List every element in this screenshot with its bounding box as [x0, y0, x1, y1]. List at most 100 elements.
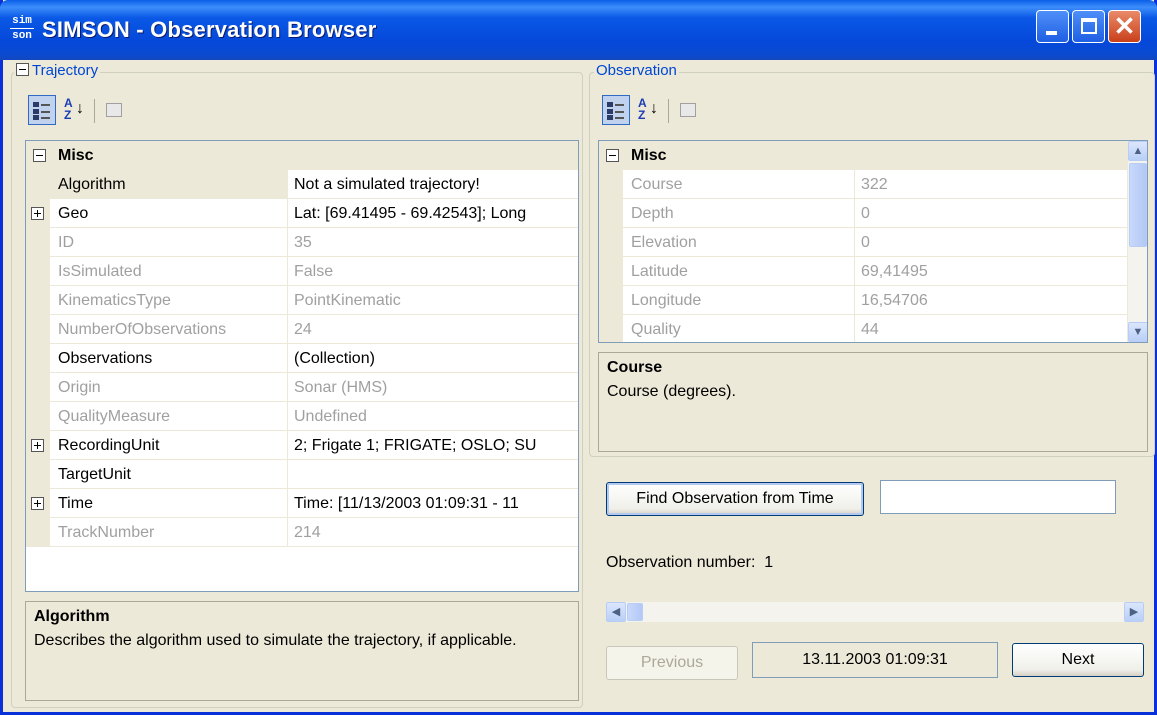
observation-grid-scrollbar[interactable]: ▲ ▼ [1127, 141, 1147, 342]
property-value: 214 [288, 518, 578, 547]
property-row-id[interactable]: ID 35 [26, 228, 578, 257]
property-value[interactable]: 2; Frigate 1; FRIGATE; OSLO; SU [288, 431, 578, 460]
maximize-button[interactable] [1072, 10, 1105, 43]
property-row-algorithm[interactable]: Algorithm Not a simulated trajectory! [26, 170, 578, 199]
property-row-tracknumber[interactable]: TrackNumber 214 [26, 518, 578, 547]
trajectory-group-header[interactable]: Trajectory [14, 62, 101, 79]
row-gutter [26, 518, 50, 547]
categorized-view-icon [33, 101, 51, 120]
property-value: 35 [288, 228, 578, 257]
property-row-time[interactable]: Time Time: [11/13/2003 01:09:31 - 11 [26, 489, 578, 518]
close-button[interactable]: ✕ [1108, 10, 1141, 43]
property-row-geo[interactable]: Geo Lat: [69.41495 - 69.42543]; Long [26, 199, 578, 228]
property-row-quality[interactable]: Quality 44 [599, 315, 1129, 342]
property-name: QualityMeasure [50, 402, 288, 431]
scroll-left-button[interactable]: ◀ [606, 602, 626, 622]
row-gutter [599, 228, 623, 257]
category-label: Misc [631, 147, 667, 164]
category-row-misc[interactable]: Misc [26, 141, 578, 170]
alphabetical-sort-icon: AZ [638, 96, 647, 122]
row-gutter [26, 344, 50, 373]
expand-icon[interactable] [31, 207, 44, 220]
row-gutter [599, 286, 623, 315]
row-gutter [26, 228, 50, 257]
property-row-recordingunit[interactable]: RecordingUnit 2; Frigate 1; FRIGATE; OSLO… [26, 431, 578, 460]
description-title: Course [607, 359, 663, 376]
trajectory-group: Trajectory AZ ↓ Misc Algorithm Not a sim… [11, 62, 583, 708]
property-pages-button[interactable] [100, 95, 128, 125]
property-name: Origin [50, 373, 288, 402]
toolbar-separator [668, 99, 669, 123]
property-name: RecordingUnit [50, 431, 288, 460]
row-gutter [599, 170, 623, 199]
scroll-right-button[interactable]: ▶ [1124, 602, 1144, 622]
scroll-down-button[interactable]: ▼ [1128, 322, 1147, 342]
categorized-button[interactable] [28, 95, 56, 125]
scrollbar-thumb[interactable] [1129, 163, 1147, 247]
property-row-longitude[interactable]: Longitude 16,54706 [599, 286, 1129, 315]
property-value[interactable]: Not a simulated trajectory! [288, 170, 578, 199]
property-name: Latitude [623, 257, 855, 286]
scroll-up-button[interactable]: ▲ [1128, 141, 1147, 161]
row-gutter [599, 315, 623, 342]
property-name: Algorithm [50, 170, 288, 199]
property-row-course[interactable]: Course 322 [599, 170, 1129, 199]
property-row-depth[interactable]: Depth 0 [599, 199, 1129, 228]
property-value[interactable]: Lat: [69.41495 - 69.42543]; Long [288, 199, 578, 228]
property-name: Geo [50, 199, 288, 228]
next-button[interactable]: Next [1012, 643, 1144, 677]
property-row-kinematicstype[interactable]: KinematicsType PointKinematic [26, 286, 578, 315]
expand-icon[interactable] [31, 497, 44, 510]
property-value: 0 [855, 199, 1129, 228]
collapse-icon[interactable] [16, 63, 29, 76]
property-value[interactable]: Time: [11/13/2003 01:09:31 - 11 [288, 489, 578, 518]
property-value: 0 [855, 228, 1129, 257]
property-row-elevation[interactable]: Elevation 0 [599, 228, 1129, 257]
row-gutter [26, 373, 50, 402]
category-row-misc[interactable]: Misc [599, 141, 1129, 170]
property-value: 69,41495 [855, 257, 1129, 286]
row-gutter [26, 489, 50, 518]
observation-group-title: Observation [594, 62, 679, 79]
row-gutter [26, 460, 50, 489]
property-name: Course [623, 170, 855, 199]
property-pages-button[interactable] [674, 95, 702, 125]
expand-icon[interactable] [31, 439, 44, 452]
observation-slider-scrollbar[interactable]: ◀ ▶ [606, 602, 1144, 622]
property-value[interactable]: (Collection) [288, 344, 578, 373]
property-name: IsSimulated [50, 257, 288, 286]
time-input[interactable] [880, 480, 1116, 514]
property-value: Undefined [288, 402, 578, 431]
observation-property-grid[interactable]: Misc Course 322 Depth 0 Elevation 0 Latitude 69… [598, 140, 1148, 343]
minimize-button[interactable] [1036, 10, 1069, 43]
property-row-targetunit[interactable]: TargetUnit [26, 460, 578, 489]
property-value: 16,54706 [855, 286, 1129, 315]
row-gutter [599, 257, 623, 286]
property-value[interactable] [288, 460, 578, 489]
observation-description-panel: Course Course (degrees). [598, 352, 1148, 452]
find-observation-button[interactable]: Find Observation from Time [606, 482, 864, 516]
close-icon: ✕ [1113, 11, 1136, 41]
property-row-issimulated[interactable]: IsSimulated False [26, 257, 578, 286]
trajectory-property-grid[interactable]: Misc Algorithm Not a simulated trajectory… [25, 140, 579, 592]
property-name: KinematicsType [50, 286, 288, 315]
property-row-observations[interactable]: Observations (Collection) [26, 344, 578, 373]
title-bar[interactable]: sim son SIMSON - Observation Browser ✕ [0, 0, 1157, 60]
property-name: ID [50, 228, 288, 257]
scrollbar-thumb[interactable] [627, 603, 643, 621]
property-name: Elevation [623, 228, 855, 257]
property-row-origin[interactable]: Origin Sonar (HMS) [26, 373, 578, 402]
property-row-qualitymeasure[interactable]: QualityMeasure Undefined [26, 402, 578, 431]
property-row-latitude[interactable]: Latitude 69,41495 [599, 257, 1129, 286]
property-pages-icon [680, 103, 696, 117]
property-value: False [288, 257, 578, 286]
property-row-numberofobservations[interactable]: NumberOfObservations 24 [26, 315, 578, 344]
categorized-button[interactable] [602, 95, 630, 125]
property-name: Observations [50, 344, 288, 373]
property-name: Quality [623, 315, 855, 342]
categorized-view-icon [607, 101, 625, 120]
alphabetical-button[interactable]: AZ ↓ [58, 95, 86, 125]
alphabetical-button[interactable]: AZ ↓ [632, 95, 660, 125]
property-value: 322 [855, 170, 1129, 199]
previous-button[interactable]: Previous [606, 646, 738, 680]
